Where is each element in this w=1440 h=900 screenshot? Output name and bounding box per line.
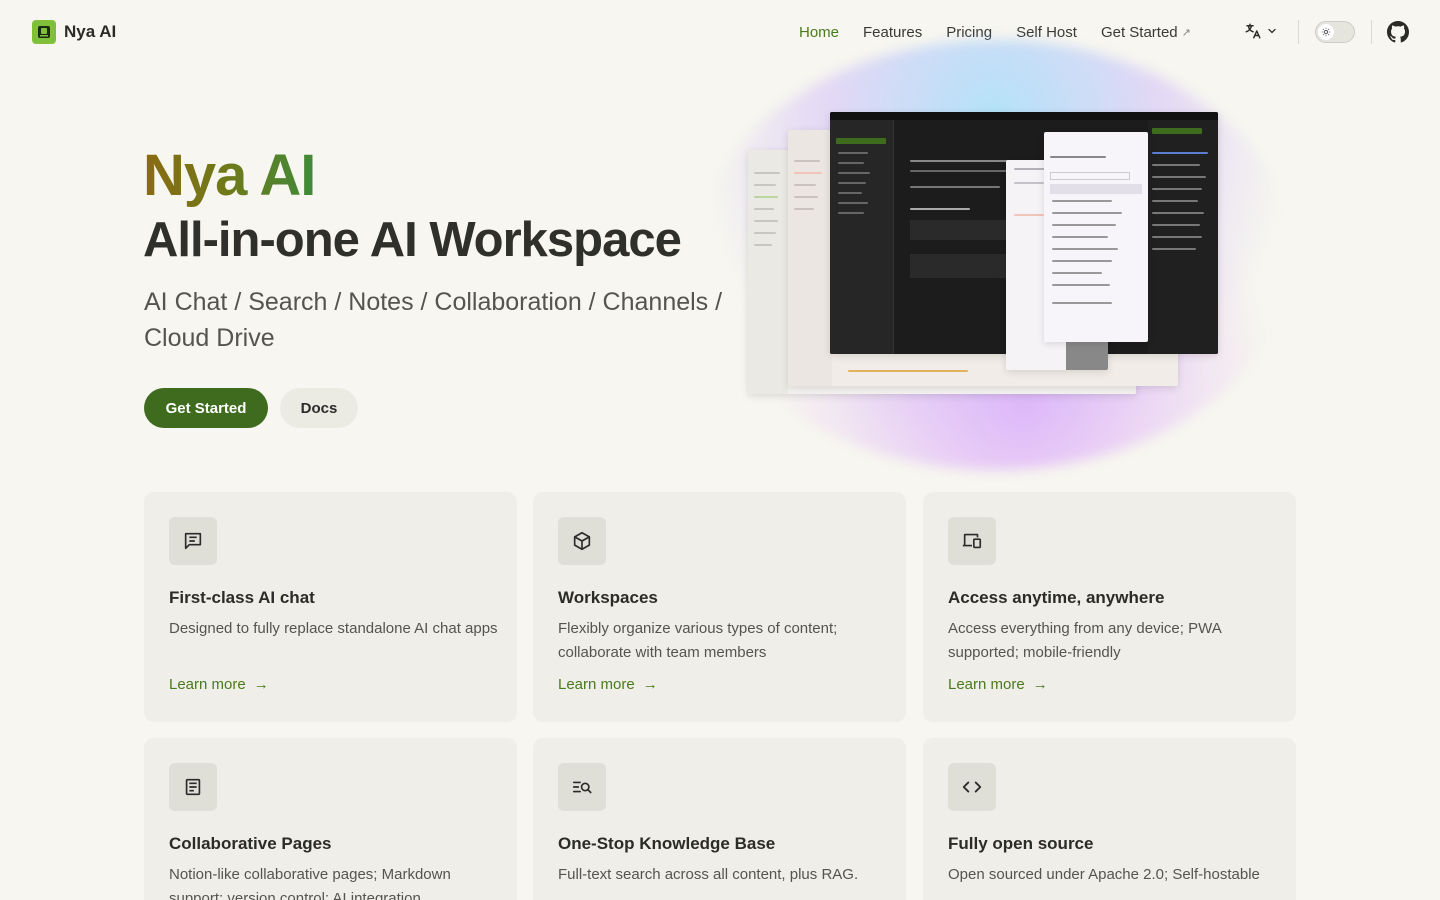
chat-icon xyxy=(169,517,217,565)
feature-description: Open sourced under Apache 2.0; Self-host… xyxy=(948,866,1260,883)
hero-title: Nya AI xyxy=(143,143,316,208)
nav-link-home[interactable]: Home xyxy=(799,24,839,41)
nav-link-self-host[interactable]: Self Host xyxy=(1016,24,1077,41)
feature-card-knowledge-base: One-Stop Knowledge Base Full-text search… xyxy=(533,738,906,900)
feature-description: Full-text search across all content, plu… xyxy=(558,866,859,883)
get-started-button[interactable]: Get Started xyxy=(144,388,268,428)
docs-button[interactable]: Docs xyxy=(280,388,358,428)
search-list-icon xyxy=(558,763,606,811)
github-icon xyxy=(1387,21,1409,43)
nav-link-get-started[interactable]: Get Started ↗ xyxy=(1101,24,1191,41)
brand[interactable]: Nya AI xyxy=(32,20,116,44)
learn-more-link[interactable]: Learn more → xyxy=(558,676,658,693)
feature-card-open-source: Fully open source Open sourced under Apa… xyxy=(923,738,1296,900)
language-switcher[interactable] xyxy=(1244,22,1278,40)
learn-more-label: Learn more xyxy=(169,676,246,693)
arrow-right-icon: → xyxy=(1032,676,1048,693)
arrow-right-icon: → xyxy=(253,676,269,693)
feature-description: Notion-like collaborative pages; Markdow… xyxy=(169,866,451,900)
feature-title: First-class AI chat xyxy=(169,588,315,607)
feature-card-pages: Collaborative Pages Notion-like collabor… xyxy=(144,738,517,900)
theme-toggle[interactable] xyxy=(1315,21,1355,43)
document-icon xyxy=(169,763,217,811)
box-icon xyxy=(558,517,606,565)
nav-divider xyxy=(1371,20,1372,44)
feature-title: Access anytime, anywhere xyxy=(948,588,1165,607)
learn-more-label: Learn more xyxy=(948,676,1025,693)
feature-title: One-Stop Knowledge Base xyxy=(558,834,776,853)
feature-title: Collaborative Pages xyxy=(169,834,332,853)
code-icon xyxy=(948,763,996,811)
feature-card-access: Access anytime, anywhere Access everythi… xyxy=(923,492,1296,722)
learn-more-link[interactable]: Learn more → xyxy=(169,676,269,693)
feature-description: Access everything from any device; PWA s… xyxy=(948,620,1221,661)
top-nav: Nya AI Home Features Pricing Self Host G… xyxy=(0,0,1440,64)
devices-icon xyxy=(948,517,996,565)
chevron-down-icon xyxy=(1268,28,1276,34)
nav-link-pricing[interactable]: Pricing xyxy=(946,24,992,41)
external-link-icon: ↗ xyxy=(1181,26,1191,39)
arrow-right-icon: → xyxy=(642,676,658,693)
feature-description: Designed to fully replace standalone AI … xyxy=(169,620,498,637)
screenshot-popup-2 xyxy=(1044,132,1148,342)
hero-subtitle: All-in-one AI Workspace xyxy=(143,213,682,267)
nav-link-features[interactable]: Features xyxy=(863,24,922,41)
learn-more-label: Learn more xyxy=(558,676,635,693)
feature-description: Flexibly organize various types of conte… xyxy=(558,620,838,661)
logo-icon xyxy=(32,20,56,44)
feature-card-ai-chat: First-class AI chat Designed to fully re… xyxy=(144,492,517,722)
translate-icon xyxy=(1245,23,1261,39)
learn-more-link[interactable]: Learn more → xyxy=(948,676,1048,693)
nav-divider xyxy=(1298,20,1299,44)
nav-link-get-started-label: Get Started xyxy=(1100,23,1178,41)
sun-icon xyxy=(1318,24,1334,40)
hero-description: AI Chat / Search / Notes / Collaboration… xyxy=(144,288,723,352)
feature-card-workspaces: Workspaces Flexibly organize various typ… xyxy=(533,492,906,722)
feature-title: Fully open source xyxy=(948,834,1094,853)
feature-title: Workspaces xyxy=(558,588,658,607)
github-link[interactable] xyxy=(1387,21,1409,48)
brand-name: Nya AI xyxy=(64,22,117,41)
